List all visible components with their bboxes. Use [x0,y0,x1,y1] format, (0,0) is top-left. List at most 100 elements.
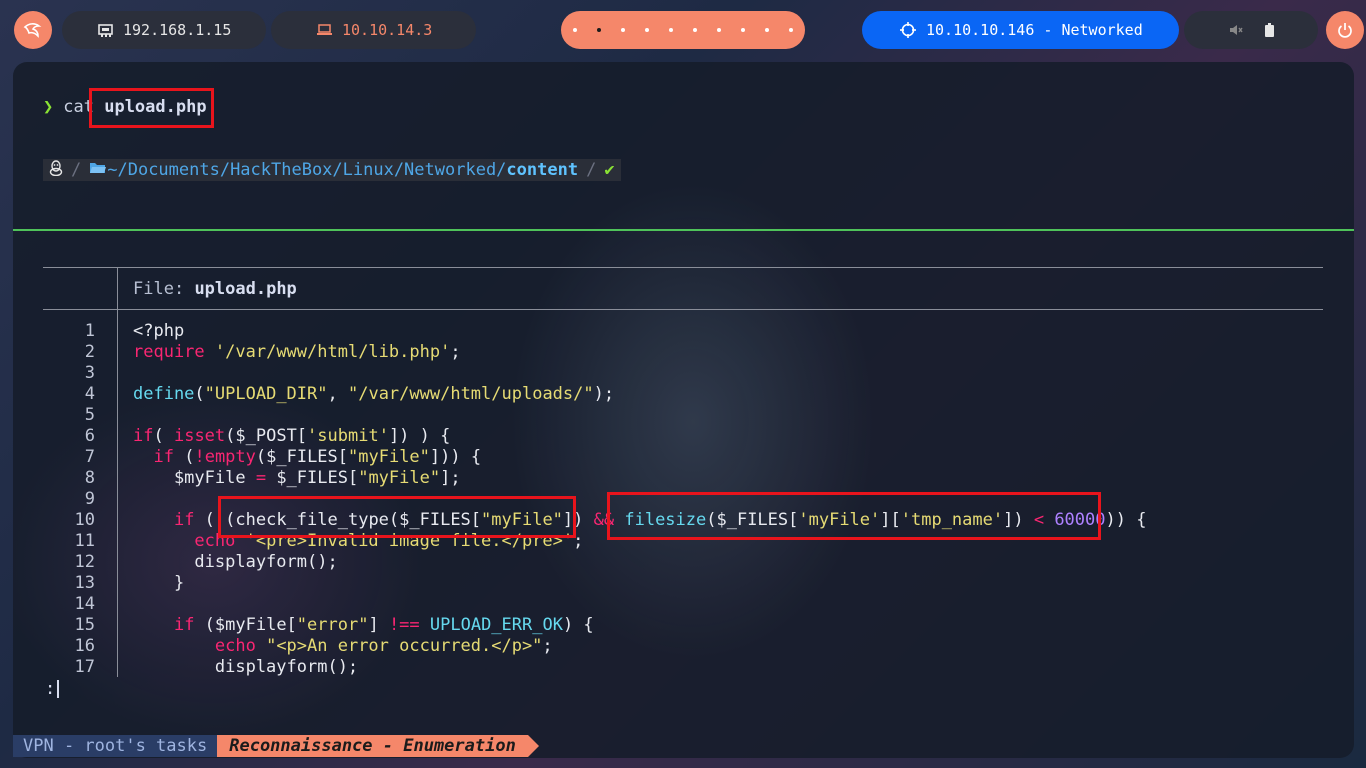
file-name: upload.php [194,279,297,299]
tmux-session[interactable]: VPN - root's tasks [13,735,218,757]
target-widget: 10.10.10.146 - Networked [862,11,1179,49]
code-text: "error" [296,615,369,635]
workspace-dot[interactable] [693,28,697,32]
code-text: if [133,426,154,446]
code-text: ) { [562,615,594,635]
tmux-window-active[interactable]: Reconnaissance - Enumeration [217,735,528,757]
code-text: ! [194,447,205,467]
code-text: if [173,615,195,635]
code-text: , [327,384,348,404]
workspace-dot[interactable] [717,28,721,32]
terminal-window[interactable]: ❯ cat upload.php / ~/Documents/HackTheBox… [13,62,1354,758]
line-number: 2 [84,342,95,362]
power-icon [1338,23,1352,38]
line-number: 17 [74,657,95,677]
code-line: 1 <?php [43,321,184,342]
crosshair-icon [900,22,916,38]
status-arrow [527,735,539,757]
line-number: 11 [74,531,95,551]
ethernet-ip: 192.168.1.15 [123,21,232,39]
system-tray [1184,11,1318,49]
command-argument: upload.php [104,97,207,117]
code-text: displayform(); [133,552,338,572]
code-text: echo [214,636,256,656]
code-text: ( [194,510,226,530]
line-number: 10 [74,510,95,530]
workspace-dot[interactable] [597,28,601,32]
code-text: ] [368,615,389,635]
workspace-dot[interactable] [765,28,769,32]
code-text: } [133,573,185,593]
pager-prompt[interactable]: : [45,679,60,699]
volume-mute-icon[interactable] [1229,23,1243,37]
workspace-dot[interactable] [621,28,625,32]
workspace-dot[interactable] [573,28,577,32]
line-number: 13 [74,573,95,593]
laptop-icon [317,24,332,35]
code-text: '<pre>Invalid image file.</pre>' [235,531,574,551]
target-label: 10.10.10.146 - Networked [926,21,1143,39]
line-number: 1 [84,321,95,341]
code-text: (check_file_type($_FILES[ [225,510,482,530]
line-number: 9 [84,489,95,509]
menu-button[interactable] [14,11,52,49]
line-number: 7 [84,447,95,467]
code-text: '/var/www/html/lib.php' [214,342,451,362]
code-text: ( [194,384,205,404]
code-text: 'tmp_name' [900,510,1004,530]
code-line: 5 [43,405,95,426]
tmux-status-bar: VPN - root's tasks Reconnaissance - Enum… [13,735,539,757]
vpn-ip: 10.10.14.3 [342,21,433,39]
code-text: "UPLOAD_DIR" [204,384,328,404]
code-text: ])) { [429,447,482,467]
workspace-dot[interactable] [741,28,745,32]
code-text: )) { [1105,510,1147,530]
code-text: filesize [614,510,707,530]
workspace-dot[interactable] [789,28,793,32]
code-text: ]) [562,510,594,530]
workspace-dot[interactable] [669,28,673,32]
code-text: "/var/www/html/uploads/" [347,384,594,404]
code-text: ]) [1003,510,1034,530]
code-line: 14 [43,594,95,615]
line-number: 5 [84,405,95,425]
prompt-path-dir: ~/Documents/HackTheBox/Linux/Networked/ [107,160,507,180]
code-text: "<p>An error occurred.</p>" [255,636,543,656]
code-text: ][ [880,510,901,530]
vpn-ip-widget: 10.10.14.3 [271,11,476,49]
code-text: = [255,468,267,488]
code-text: ]; [440,468,461,488]
code-line: 13 } [43,573,185,594]
code-text: 60000 [1044,510,1106,530]
power-button[interactable] [1326,11,1364,49]
code-text: $myFile [133,468,256,488]
code-text: ; [542,636,553,656]
line-number: 15 [74,615,95,635]
code-line: 6 if( isset($_POST['submit']) ) { [43,426,451,447]
line-number: 8 [84,468,95,488]
bat-border-header [43,309,1323,310]
code-text: ; [450,342,461,362]
prompt-path-current: content [506,160,579,180]
code-text: ]) ) { [388,426,451,446]
code-text: < [1033,510,1045,530]
divider-line [13,229,1354,231]
code-text: displayform(); [133,657,359,677]
code-text: empty [204,447,256,467]
code-text: ($_POST[ [225,426,308,446]
code-line: 11 echo '<pre>Invalid image file.</pre>'… [43,531,584,552]
code-text: isset [173,426,226,446]
code-line: 7 if (!empty($_FILES["myFile"])) { [43,447,481,468]
file-header: File: upload.php [133,279,297,299]
workspace-dot[interactable] [645,28,649,32]
code-line: 4 define("UPLOAD_DIR", "/var/www/html/upl… [43,384,614,405]
line-number: 12 [74,552,95,572]
code-listing: 1 <?php 2 require '/var/www/html/lib.php';… [43,321,1147,678]
code-line: 12 displayform(); [43,552,338,573]
code-text: define [133,384,195,404]
workspace-switcher[interactable] [561,11,805,49]
command-name: cat [63,97,94,117]
